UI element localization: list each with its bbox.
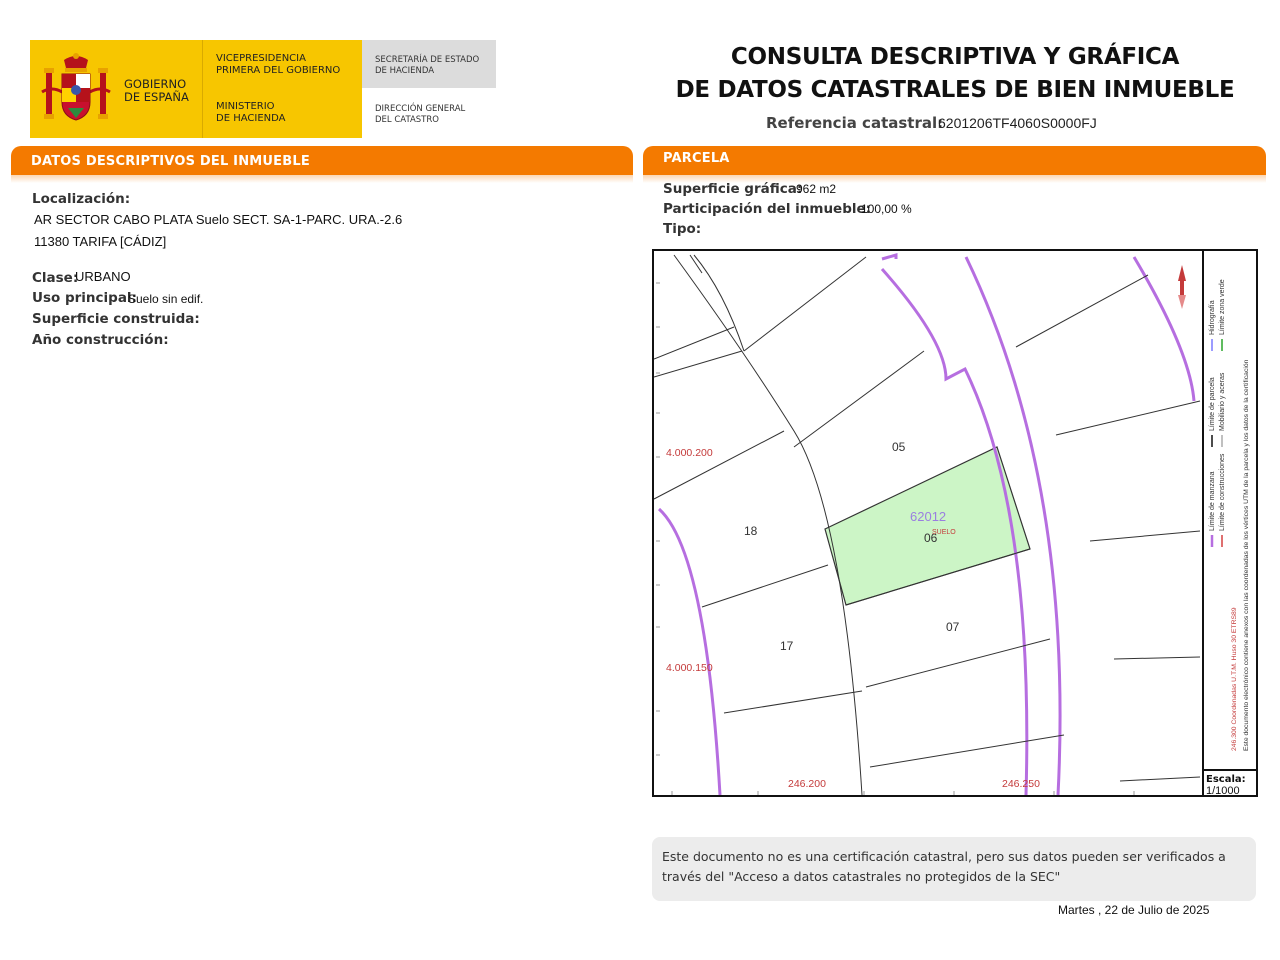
- north-arrow-icon: [1178, 265, 1186, 309]
- superficie-grafica-label: Superficie gráfica:: [663, 181, 803, 197]
- title-line-2: DE DATOS CATASTRALES DE BIEN INMUEBLE: [675, 77, 1235, 103]
- verification-note: Este documento no es una certificación c…: [652, 837, 1256, 901]
- localizacion-line-2: 11380 TARIFA [CÁDIZ]: [34, 234, 167, 249]
- datos-descriptivos-banner: DATOS DESCRIPTIVOS DEL INMUEBLE: [11, 146, 633, 175]
- escala-label: Escala:: [1206, 774, 1246, 785]
- legend-mobiliario: Mobiliario y aceras: [1219, 372, 1226, 431]
- clase-value: URBANO: [75, 269, 131, 284]
- superficie-grafica-value: 962 m2: [796, 182, 837, 196]
- title-line-1: CONSULTA DESCRIPTIVA Y GRÁFICA: [730, 44, 1180, 70]
- x-coord-left: 246.200: [788, 778, 826, 790]
- banner-fade: [11, 175, 633, 183]
- secretaria-label: SECRETARÍA DE ESTADO DE HACIENDA: [375, 55, 480, 76]
- uso-principal-label: Uso principal:: [32, 290, 137, 306]
- legend-construcciones: Límite de construcciones: [1219, 453, 1226, 531]
- referencia-value: 6201206TF4060S0000FJ: [938, 115, 1097, 131]
- datos-descriptivos-title: DATOS DESCRIPTIVOS DEL INMUEBLE: [31, 154, 310, 169]
- parcel-label-05: 05: [892, 440, 906, 454]
- parcel-label-07: 07: [946, 620, 960, 634]
- uso-principal-value: Suelo sin edif.: [128, 292, 204, 306]
- x-coord-right: 246.250: [1002, 778, 1040, 790]
- clase-label: Clase:: [32, 270, 79, 286]
- verification-note-text: Este documento no es una certificación c…: [662, 849, 1226, 884]
- coat-of-arms-icon: [41, 53, 111, 121]
- map-canvas: 05 06 07 17 18 62012 SUELO 4.000.200 4.0…: [654, 253, 1201, 795]
- legend-zona-verde: Límite zona verde: [1219, 279, 1226, 335]
- block-boundary-left: [657, 507, 722, 795]
- escala-value: 1/1000: [1206, 785, 1240, 797]
- tipo-label: Tipo:: [663, 221, 702, 237]
- parcela-banner: PARCELA: [643, 146, 1266, 175]
- participacion-label: Participación del inmueble:: [663, 201, 872, 217]
- legend-utm-coords: 246.300 Coordenadas U.T.M. Huso 30 ETRS8…: [1231, 607, 1238, 751]
- header-divider: [202, 40, 203, 138]
- escala-box: Escala: 1/1000: [1202, 769, 1258, 797]
- cadastral-map: 05 06 07 17 18 62012 SUELO 4.000.200 4.0…: [652, 249, 1258, 797]
- legend-parcela: Límite de parcela: [1209, 377, 1216, 431]
- vicepresidencia-label: VICEPRESIDENCIA PRIMERA DEL GOBIERNO: [216, 53, 341, 76]
- page-title: CONSULTA DESCRIPTIVA Y GRÁFICA DE DATOS …: [640, 41, 1270, 107]
- map-legend: Límite de manzana Límite de parcela Hidr…: [1209, 279, 1250, 751]
- referencia-label: Referencia catastral:: [766, 114, 944, 132]
- block-number-label: 62012: [910, 509, 946, 524]
- document-date: Martes , 22 de Julio de 2025: [1058, 903, 1210, 917]
- gobierno-espana-label: GOBIERNO DE ESPAÑA: [124, 77, 189, 104]
- parcel-label-18: 18: [744, 524, 758, 538]
- suelo-label: SUELO: [932, 529, 956, 536]
- legend-hidrografia: Hidrografía: [1209, 300, 1216, 335]
- superficie-construida-label: Superficie construida:: [32, 311, 200, 327]
- parcela-title: PARCELA: [663, 151, 730, 166]
- parcel-label-17: 17: [780, 639, 794, 653]
- participacion-value: 100,00 %: [861, 202, 912, 216]
- y-coord-bottom: 4.000.150: [666, 662, 713, 674]
- referencia-catastral: Referencia catastral: 6201206TF4060S0000…: [766, 114, 1097, 132]
- y-coord-top: 4.000.200: [666, 447, 713, 459]
- localizacion-line-1: AR SECTOR CABO PLATA Suelo SECT. SA-1-PA…: [34, 212, 403, 227]
- direccion-general-label: DIRECCIÓN GENERAL DEL CATASTRO: [375, 104, 466, 125]
- legend-manzana: Límite de manzana: [1209, 471, 1216, 531]
- localizacion-label: Localización:: [32, 191, 131, 207]
- ministerio-label: MINISTERIO DE HACIENDA: [216, 101, 286, 124]
- legend-electronic-note: Este documento electrónico contiene anex…: [1243, 359, 1250, 751]
- anio-construccion-label: Año construcción:: [32, 332, 169, 348]
